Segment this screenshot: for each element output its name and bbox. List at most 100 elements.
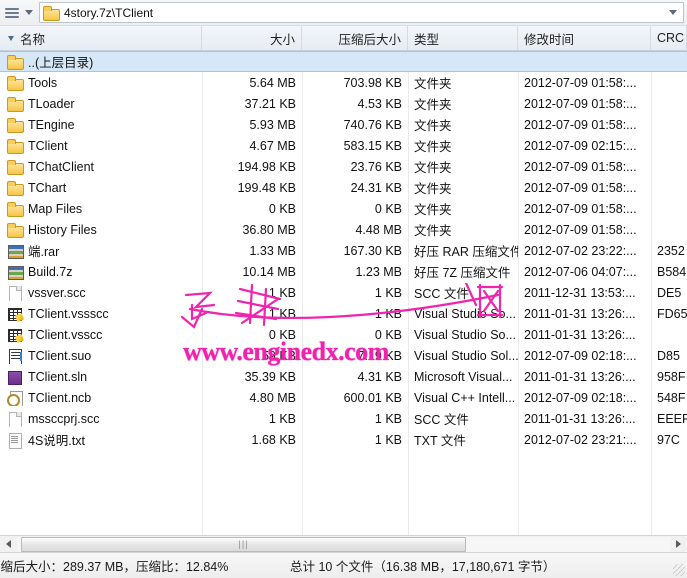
cell-modified-label: 2012-07-09 01:58:... [524, 159, 637, 174]
cell-type-label: TXT 文件 [414, 434, 466, 448]
table-row[interactable]: Map Files 0 KB 0 KB 文件夹 2012-07-09 01:58:... [0, 198, 687, 219]
file-name-label: ..(上层目录) [28, 56, 94, 70]
column-header-size-label: 大小 [269, 32, 295, 47]
table-row[interactable]: ..(上层目录) [0, 51, 687, 72]
arrow-left-icon [6, 540, 11, 548]
file-list[interactable]: ..(上层目录) Tools 5.64 MB 703.98 KB 文件夹 2012-07-… [0, 51, 687, 535]
table-row[interactable]: History Files 36.80 MB 4.48 MB 文件夹 2012-07-0… [0, 219, 687, 240]
file-name-label: Map Files [28, 201, 83, 216]
cell-packed-size-label: 740.76 KB [343, 117, 402, 132]
address-bar[interactable]: 4story.7z\TClient [39, 2, 684, 23]
cell-modified: 2012-07-09 01:58:... [518, 181, 651, 195]
table-row[interactable]: TLoader 37.21 KB 4.53 KB 文件夹 2012-07-09 01:5… [0, 93, 687, 114]
cell-type: 好压 RAR 压缩文件 [408, 241, 518, 260]
cell-name: TLoader [0, 96, 202, 112]
cell-modified: 2012-07-09 01:58:... [518, 160, 651, 174]
column-header-packed-size[interactable]: 压缩后大小 [302, 26, 408, 50]
resize-grip-icon[interactable] [673, 564, 685, 576]
cell-packed-size: 583.15 KB [302, 139, 408, 153]
cell-type-label: Microsoft Visual... [414, 369, 513, 384]
cell-name: TClient [0, 138, 202, 154]
file-name-label: Tools [28, 75, 58, 90]
cell-type-label: Visual C++ Intell... [414, 390, 516, 405]
column-header-size[interactable]: 大小 [202, 26, 302, 50]
suo-icon [7, 348, 23, 364]
cell-size-label: 0 KB [268, 327, 296, 342]
folder-icon [7, 159, 24, 175]
table-row[interactable]: 4S说明.txt 1.68 KB 1 KB TXT 文件 2012-07-02 23:2… [0, 429, 687, 450]
table-row[interactable]: TClient.vsscc 0 KB 0 KB Visual Studio So...… [0, 324, 687, 345]
cell-modified-label: 2011-01-31 13:26:... [524, 306, 636, 321]
table-row[interactable]: Build.7z 10.14 MB 1.23 MB 好压 7Z 压缩文件 2012-07… [0, 261, 687, 282]
hamburger-menu-icon[interactable] [4, 5, 20, 21]
scrollbar-thumb[interactable]: ||| [21, 536, 466, 552]
scroll-left-button[interactable] [0, 537, 17, 552]
file-name-label: TClient.suo [28, 348, 92, 363]
cell-name: Build.7z [0, 264, 202, 280]
cell-modified-label: 2011-01-31 13:26:... [524, 327, 636, 342]
cell-crc-label: D85 [657, 348, 680, 363]
table-row[interactable]: mssccprj.scc 1 KB 1 KB SCC 文件 2011-01-31 13:… [0, 408, 687, 429]
cell-crc: D85 [651, 349, 687, 363]
cell-crc-label: 548F [657, 390, 686, 405]
address-dropdown-chevron-down-icon[interactable] [669, 10, 677, 15]
cell-crc: 97C [651, 433, 687, 447]
table-row[interactable]: TClient.suo 59 KB 7.19 KB Visual Studio Sol… [0, 345, 687, 366]
cell-packed-size: 1 KB [302, 433, 408, 447]
scroll-right-button[interactable] [670, 537, 687, 552]
cell-size: 199.48 KB [202, 181, 302, 195]
cell-modified: 2012-07-02 23:21:... [518, 433, 651, 447]
column-header-crc[interactable]: CRC [651, 26, 687, 50]
cell-size: 59 KB [202, 349, 302, 363]
cell-size: 37.21 KB [202, 97, 302, 111]
archive-manager-window: 4story.7z\TClient 名称 大小 压缩后大小 类型 修改时间 CR… [0, 0, 687, 578]
cell-modified-label: 2012-07-09 01:58:... [524, 180, 637, 195]
table-row[interactable]: TChatClient 194.98 KB 23.76 KB 文件夹 2012-07-0… [0, 156, 687, 177]
cell-name: vssver.scc [0, 285, 202, 301]
folder-icon [7, 75, 24, 91]
file-name-label: TClient.ncb [28, 390, 92, 405]
cell-name: History Files [0, 222, 202, 238]
cell-packed-size: 167.30 KB [302, 244, 408, 258]
cell-name: TClient.vsscc [0, 327, 202, 343]
cell-packed-size-label: 167.30 KB [343, 243, 402, 258]
cell-name: 4S说明.txt [0, 430, 202, 449]
cell-size: 35.39 KB [202, 370, 302, 384]
cell-modified-label: 2011-01-31 13:26:... [524, 369, 636, 384]
cell-crc-label: 958F [657, 369, 686, 384]
cell-packed-size-label: 4.53 KB [357, 96, 402, 111]
table-row[interactable]: TClient.sln 35.39 KB 4.31 KB Microsoft Visu… [0, 366, 687, 387]
table-row[interactable]: TChart 199.48 KB 24.31 KB 文件夹 2012-07-09 01:… [0, 177, 687, 198]
column-header-modified[interactable]: 修改时间 [518, 26, 651, 50]
table-row[interactable]: vssver.scc 1 KB 1 KB SCC 文件 2011-12-31 13:53… [0, 282, 687, 303]
scrollbar-track[interactable]: ||| [17, 536, 670, 552]
cell-crc: EEEF [651, 412, 687, 426]
table-row[interactable]: TClient.vssscc 1 KB 1 KB Visual Studio So..… [0, 303, 687, 324]
file-name-label: vssver.scc [28, 285, 86, 300]
cell-name: TClient.sln [0, 369, 202, 385]
table-row[interactable]: TClient 4.67 MB 583.15 KB 文件夹 2012-07-09 02:… [0, 135, 687, 156]
cell-size: 1 KB [202, 307, 302, 321]
horizontal-scrollbar[interactable]: ||| [0, 535, 687, 552]
cell-size: 4.67 MB [202, 139, 302, 153]
table-row[interactable]: TEngine 5.93 MB 740.76 KB 文件夹 2012-07-09 01:… [0, 114, 687, 135]
table-row[interactable]: 端.rar 1.33 MB 167.30 KB 好压 RAR 压缩文件 2012-07-… [0, 240, 687, 261]
cell-modified-label: 2012-07-02 23:21:... [524, 432, 637, 447]
chevron-down-icon[interactable] [25, 10, 33, 15]
column-header-crc-label: CRC [657, 31, 685, 45]
address-input[interactable]: 4story.7z\TClient [64, 6, 669, 20]
cell-type: SCC 文件 [408, 283, 518, 302]
cell-name: TClient.suo [0, 348, 202, 364]
table-row[interactable]: Tools 5.64 MB 703.98 KB 文件夹 2012-07-09 01:58… [0, 72, 687, 93]
table-row[interactable]: TClient.ncb 4.80 MB 600.01 KB Visual C++ In… [0, 387, 687, 408]
cell-modified-label: 2012-07-09 01:58:... [524, 96, 637, 111]
cell-modified: 2012-07-09 01:58:... [518, 118, 651, 132]
cell-packed-size-label: 1.23 MB [355, 264, 402, 279]
cell-packed-size-label: 1 KB [374, 432, 402, 447]
cell-type-label: 好压 RAR 压缩文件 [414, 245, 518, 259]
cell-type: Visual Studio So... [408, 307, 518, 321]
column-header-name[interactable]: 名称 [0, 26, 202, 50]
column-header-type[interactable]: 类型 [408, 26, 518, 50]
file-name-label: TEngine [28, 117, 75, 132]
file-name-label: TChatClient [28, 159, 94, 174]
